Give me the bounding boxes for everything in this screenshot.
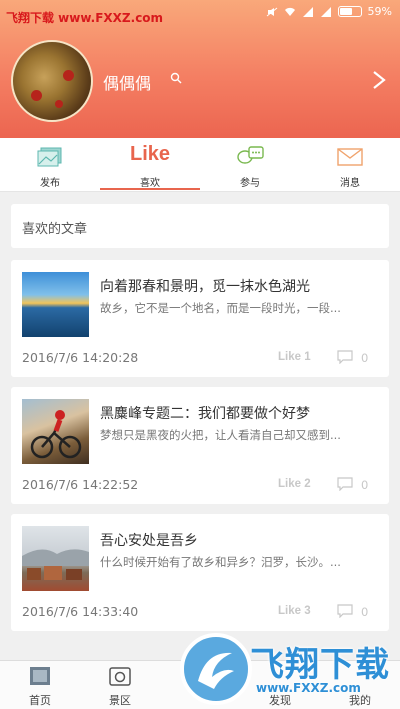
avatar[interactable] <box>11 40 93 122</box>
profile-header: 飞翔下载 www.FXXZ.com 59% 偶偶偶 <box>0 0 400 138</box>
article-time: 2016/7/6 14:20:28 <box>22 350 139 365</box>
username: 偶偶偶 <box>103 74 152 93</box>
article-card[interactable]: 黑麋峰专题二：我们都要做个好梦 梦想只是黑夜的火把，让人看清自己却又感到... … <box>11 387 389 504</box>
article-title: 向着那春和景明，觅一抹水色湖光 <box>100 279 310 295</box>
battery-icon <box>337 6 362 17</box>
like-count[interactable]: Like 2 <box>278 478 311 490</box>
comment-count: 0 <box>361 605 369 619</box>
article-excerpt: 梦想只是黑夜的火把，让人看清自己却又感到... <box>100 428 341 442</box>
avatar-detail <box>55 100 63 108</box>
article-excerpt: 故乡，它不是一个地名，而是一段时光，一段... <box>100 301 341 315</box>
comment-count: 0 <box>361 351 369 365</box>
article-thumbnail <box>22 272 89 337</box>
article-excerpt: 什么时候开始有了故乡和异乡？汨罗，长沙。... <box>100 555 341 569</box>
chevron-right-icon[interactable] <box>371 69 387 91</box>
envelope-icon <box>337 148 363 166</box>
nav-label: 首页 <box>29 694 51 707</box>
town-illustration <box>22 549 89 580</box>
like-count[interactable]: Like 1 <box>278 351 311 363</box>
tab-label: 发布 <box>40 178 60 189</box>
article-card[interactable]: 吾心安处是吾乡 什么时候开始有了故乡和异乡？汨罗，长沙。... 2016/7/6… <box>11 514 389 631</box>
profile-tabs: 发布 Like 喜欢 参与 消息 <box>0 138 400 192</box>
status-bar: 59% <box>266 5 392 18</box>
article-card[interactable]: 向着那春和景明，觅一抹水色湖光 故乡，它不是一个地名，而是一段时光，一段... … <box>11 260 389 377</box>
tab-label: 喜欢 <box>140 178 160 189</box>
logo-swirl-icon <box>198 652 234 689</box>
nav-scenic[interactable]: 景区 <box>80 661 160 709</box>
comment-count: 0 <box>361 478 369 492</box>
tab-publish[interactable]: 发布 <box>0 138 100 192</box>
tab-label: 消息 <box>340 178 360 189</box>
comment-icon[interactable] <box>337 477 353 491</box>
section-header: 喜欢的文章 <box>11 204 389 248</box>
comment-icon[interactable] <box>337 350 353 364</box>
article-thumbnail <box>22 526 89 591</box>
article-title: 吾心安处是吾乡 <box>100 533 198 549</box>
like-text-icon: Like <box>129 143 171 165</box>
logo-mark-icon <box>180 633 252 705</box>
photo-icon <box>37 147 62 167</box>
cyclist-illustration <box>30 410 82 459</box>
tab-participate[interactable]: 参与 <box>200 138 300 192</box>
home-picture-icon <box>30 667 50 685</box>
nav-home[interactable]: 首页 <box>0 661 80 709</box>
section-title: 喜欢的文章 <box>22 222 88 237</box>
logo-text: 飞翔下载 <box>250 645 390 685</box>
signal-icon <box>302 6 313 17</box>
avatar-detail <box>31 90 42 101</box>
battery-percent: 59% <box>367 5 392 18</box>
mute-icon <box>266 7 277 16</box>
article-title: 黑麋峰专题二：我们都要做个好梦 <box>100 406 310 422</box>
wifi-icon <box>284 7 295 16</box>
search-icon[interactable] <box>170 72 182 84</box>
like-count[interactable]: Like 3 <box>278 605 311 617</box>
camera-icon <box>109 667 131 686</box>
chat-bubbles-icon <box>237 146 264 164</box>
tab-like[interactable]: Like 喜欢 <box>100 138 200 192</box>
download-site-logo: 飞翔下载 www.FXXZ.com <box>180 625 395 709</box>
article-time: 2016/7/6 14:33:40 <box>22 604 139 619</box>
article-thumbnail <box>22 399 89 464</box>
signal-icon-2 <box>320 6 331 17</box>
logo-url: www.FXXZ.com <box>256 681 361 695</box>
article-time: 2016/7/6 14:22:52 <box>22 477 139 492</box>
site-watermark: 飞翔下载 www.FXXZ.com <box>6 11 164 25</box>
tab-label: 参与 <box>240 178 260 189</box>
active-tab-indicator <box>100 188 200 190</box>
comment-icon[interactable] <box>337 604 353 618</box>
avatar-detail <box>63 70 74 81</box>
nav-label: 景区 <box>109 694 131 707</box>
tab-messages[interactable]: 消息 <box>300 138 400 192</box>
